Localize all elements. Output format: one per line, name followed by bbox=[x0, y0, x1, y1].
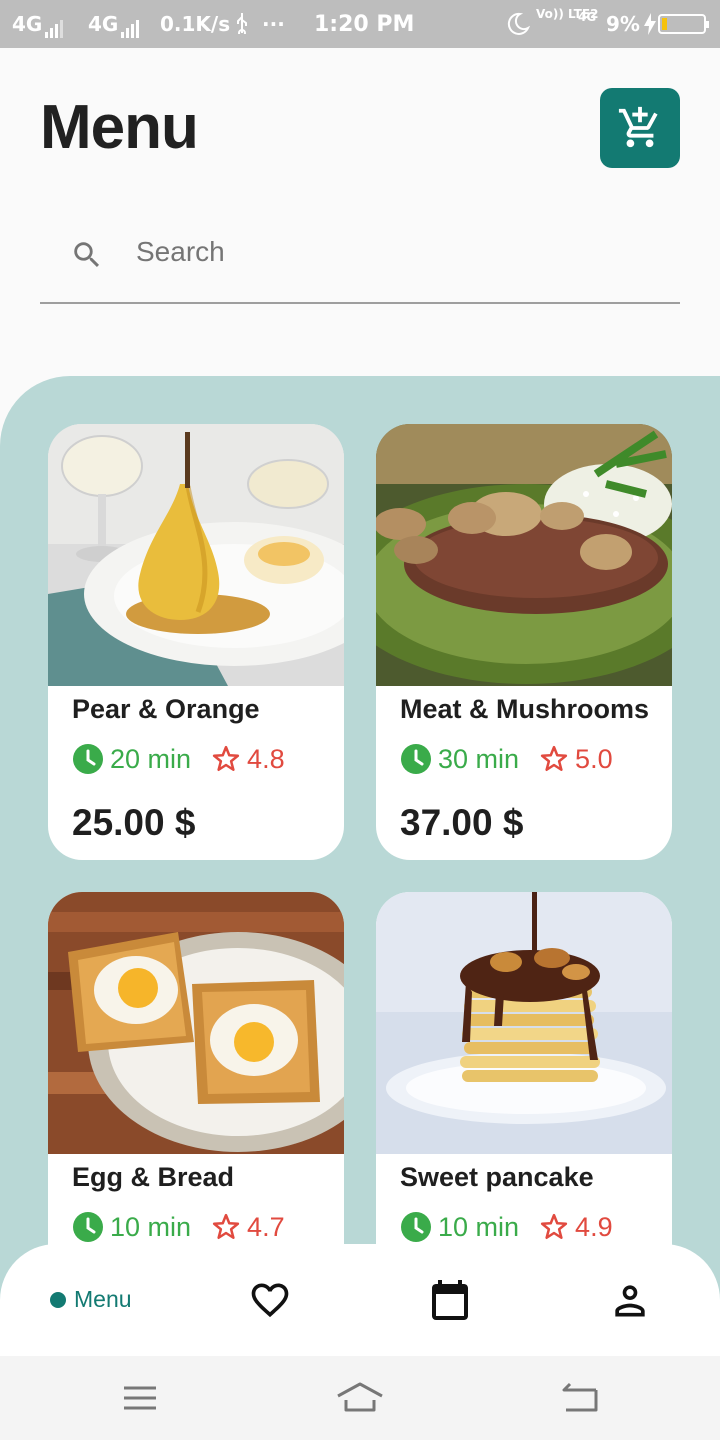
star-outline-icon bbox=[540, 745, 568, 771]
battery-icon bbox=[658, 14, 709, 34]
dish-price: 25.00 $ bbox=[72, 802, 196, 843]
clock-icon bbox=[401, 744, 431, 774]
status-bar: 4G 4G 0.1K/s ··· 1:20 PM Vo)) LTE2 4G 9% bbox=[0, 0, 720, 48]
status-time: 1:20 PM bbox=[314, 12, 415, 37]
calendar-icon[interactable] bbox=[426, 1276, 474, 1324]
dish-rating: 5.0 bbox=[575, 743, 613, 774]
dish-meta: 20 min 4.8 bbox=[72, 742, 285, 776]
dot-icon bbox=[50, 1291, 66, 1308]
dish-title: Pear & Orange bbox=[72, 694, 260, 724]
nav-item-menu[interactable]: Menu bbox=[50, 1286, 132, 1313]
dish-meta: 10 min 4.7 bbox=[72, 1210, 285, 1244]
dish-rating: 4.8 bbox=[247, 743, 285, 774]
clock-icon bbox=[401, 1212, 431, 1242]
dish-title: Sweet pancake bbox=[400, 1162, 594, 1192]
status-volte: Vo)) LTE2 bbox=[536, 7, 599, 21]
home-icon[interactable] bbox=[336, 1380, 384, 1416]
back-icon[interactable] bbox=[560, 1380, 600, 1416]
menu-icon[interactable] bbox=[122, 1380, 158, 1416]
search-icon bbox=[74, 242, 100, 268]
status-network-3: 4G bbox=[578, 10, 597, 24]
search-bar[interactable] bbox=[40, 220, 680, 304]
add-to-cart-button[interactable] bbox=[600, 88, 680, 168]
status-network-2: 4G bbox=[88, 12, 141, 38]
dish-time: 30 min bbox=[438, 743, 520, 774]
dish-title: Egg & Bread bbox=[72, 1162, 235, 1192]
cart-plus-icon bbox=[618, 106, 658, 148]
signal-icon bbox=[45, 14, 65, 38]
dish-title: Meat & Mushrooms bbox=[400, 694, 650, 724]
poached-pear-photo bbox=[48, 424, 344, 686]
egg-toast-photo bbox=[48, 892, 344, 1154]
pancake-stack-photo bbox=[376, 892, 672, 1154]
dish-card[interactable]: Meat & Mushrooms 30 min 5.0 37.00 $ bbox=[376, 424, 672, 860]
bottom-nav: Menu bbox=[0, 1244, 720, 1356]
dish-time: 20 min bbox=[110, 743, 192, 774]
dish-time: 10 min bbox=[110, 1211, 192, 1242]
moon-icon bbox=[506, 12, 531, 41]
nav-item-label: Menu bbox=[74, 1286, 132, 1312]
dish-price: 37.00 $ bbox=[400, 802, 524, 843]
menu-panel: Pear & Orange 20 min 4.8 25.00 $ Meat & … bbox=[0, 376, 720, 1376]
dish-time: 10 min bbox=[438, 1211, 520, 1242]
system-nav-bar bbox=[0, 1356, 720, 1440]
dish-card[interactable]: Pear & Orange 20 min 4.8 25.00 $ bbox=[48, 424, 344, 860]
status-more: ··· bbox=[262, 12, 285, 36]
clock-icon bbox=[73, 1212, 103, 1242]
dish-rating: 4.9 bbox=[575, 1211, 613, 1242]
usb-icon bbox=[234, 12, 250, 39]
steak-mushrooms-photo bbox=[376, 424, 672, 686]
charging-icon bbox=[644, 13, 656, 40]
search-input[interactable] bbox=[136, 230, 656, 274]
clock-icon bbox=[73, 744, 103, 774]
star-outline-icon bbox=[540, 1213, 568, 1239]
page-title: Menu bbox=[40, 93, 199, 162]
heart-icon[interactable] bbox=[248, 1278, 292, 1322]
person-icon[interactable] bbox=[608, 1278, 652, 1322]
star-outline-icon bbox=[212, 1213, 240, 1239]
signal-icon bbox=[121, 14, 141, 38]
star-outline-icon bbox=[212, 745, 240, 771]
dish-meta: 10 min 4.9 bbox=[400, 1210, 613, 1244]
dish-meta: 30 min 5.0 bbox=[400, 742, 613, 776]
status-battery-text: 9% bbox=[606, 12, 640, 36]
status-speed: 0.1K/s bbox=[160, 12, 231, 36]
dish-rating: 4.7 bbox=[247, 1211, 285, 1242]
status-network-1: 4G bbox=[12, 12, 65, 38]
